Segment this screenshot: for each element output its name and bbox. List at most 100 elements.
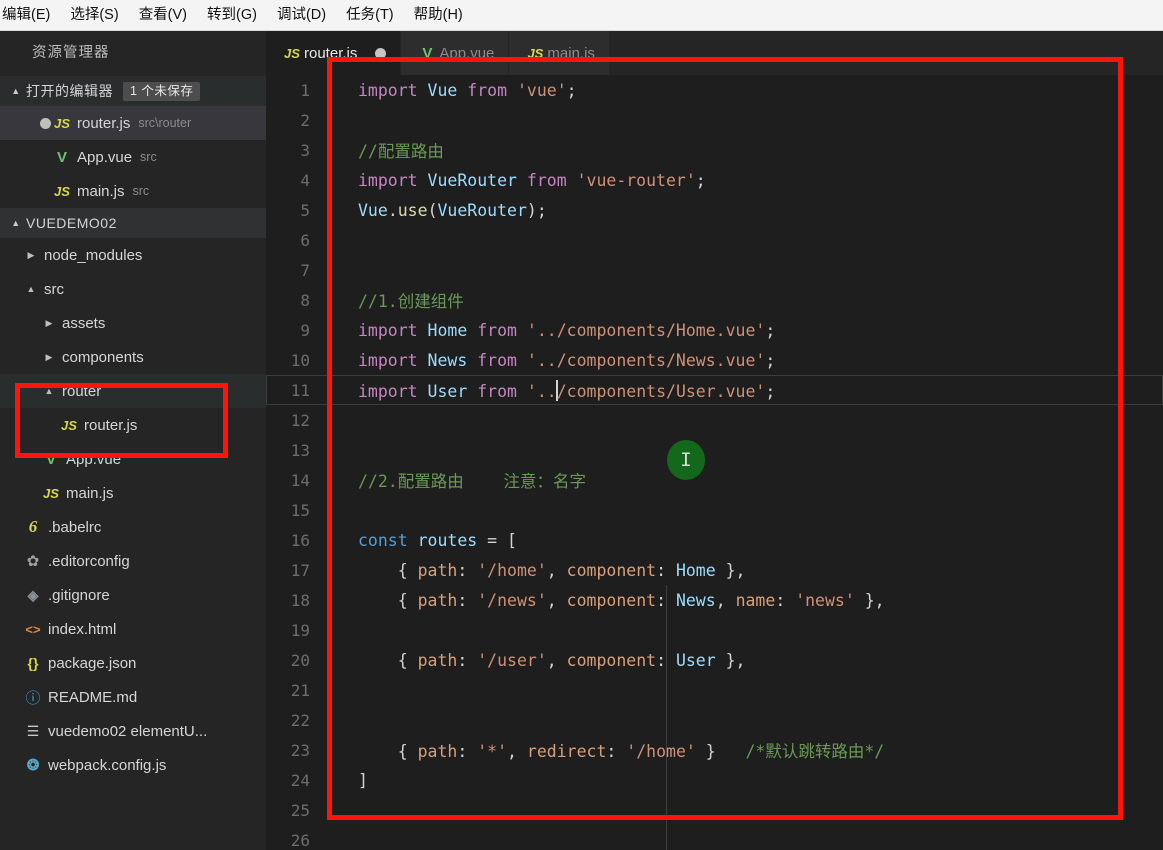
open-editor-item-main-js[interactable]: JS main.js src <box>0 174 266 208</box>
chevron-right-icon: ▶ <box>45 317 53 328</box>
tree-item-app-vue[interactable]: V App.vue <box>0 442 266 476</box>
tab-label: router.js <box>304 44 358 62</box>
js-file-icon: JS <box>54 115 70 131</box>
code-line: 8 //1.创建组件 <box>266 285 1163 315</box>
tree-item-gitignore[interactable]: ◈ .gitignore <box>0 578 266 612</box>
tree-item-babelrc[interactable]: 6 .babelrc <box>0 510 266 544</box>
code-line: 13 <box>266 435 1163 465</box>
open-editor-item-router-js[interactable]: JS router.js src\router <box>0 106 266 140</box>
code-line: 15 <box>266 495 1163 525</box>
code-line: 20 { path: '/user', component: User }, <box>266 645 1163 675</box>
tab-main-js[interactable]: JS main.js <box>509 31 610 75</box>
tree-item-index-html[interactable]: <> index.html <box>0 612 266 646</box>
line-content: import Home from '../components/Home.vue… <box>358 320 776 340</box>
tree-item-readme-md[interactable]: ⓘ README.md <box>0 680 266 714</box>
tree-item-editorconfig[interactable]: ✿ .editorconfig <box>0 544 266 578</box>
line-number: 14 <box>290 470 310 490</box>
line-number: 26 <box>290 830 310 850</box>
tree-item-vuedemo02-elementui[interactable]: ☰ vuedemo02 elementU... <box>0 714 266 748</box>
tree-item-router[interactable]: ▲ router <box>0 374 266 408</box>
open-editor-path: src <box>140 150 157 164</box>
js-file-icon: JS <box>43 485 59 501</box>
tab-app-vue[interactable]: V App.vue <box>401 31 510 75</box>
menu-item-goto[interactable]: 转到(G) <box>197 0 267 30</box>
open-editors-header[interactable]: ▲ 打开的编辑器 1 个未保存 <box>0 76 266 106</box>
line-number: 19 <box>290 620 310 640</box>
tree-item-components[interactable]: ▶ components <box>0 340 266 374</box>
line-content: //配置路由 <box>358 142 444 161</box>
tab-router-js[interactable]: JS router.js <box>266 31 402 75</box>
line-number: 16 <box>290 530 310 550</box>
tree-item-package-json[interactable]: {} package.json <box>0 646 266 680</box>
project-header[interactable]: ▲ VUEDEMO02 <box>0 208 266 238</box>
vscode-window: 编辑(E) 选择(S) 查看(V) 转到(G) 调试(D) 任务(T) 帮助(H… <box>0 0 1163 850</box>
menu-item-select[interactable]: 选择(S) <box>60 0 128 30</box>
tree-item-label: index.html <box>48 620 117 638</box>
tree-item-label: main.js <box>66 484 114 502</box>
code-line: 21 <box>266 675 1163 705</box>
code-editor[interactable]: 1 import Vue from 'vue'; 2 3 //配置路由 4 impor… <box>266 75 1163 850</box>
line-number: 8 <box>300 290 310 310</box>
unsaved-count-badge: 1 个未保存 <box>123 81 201 101</box>
git-icon: ◈ <box>27 586 39 603</box>
line-content: { path: '/news', component: News, name: … <box>358 590 885 610</box>
vue-file-icon: V <box>422 44 433 62</box>
line-number: 5 <box>300 200 310 220</box>
unsaved-dot-icon <box>40 117 51 129</box>
chevron-down-icon: ▲ <box>11 86 21 96</box>
line-content: { path: '/home', component: Home }, <box>358 560 746 580</box>
vue-file-icon: V <box>45 450 56 468</box>
menu-item-edit[interactable]: 编辑(E) <box>0 0 60 30</box>
line-number: 17 <box>290 560 310 580</box>
tree-item-label: .gitignore <box>48 586 110 604</box>
code-line: 3 //配置路由 <box>266 135 1163 165</box>
tree-item-main-js[interactable]: JS main.js <box>0 476 266 510</box>
unsaved-dot-icon[interactable] <box>375 47 387 59</box>
line-number: 15 <box>290 500 310 520</box>
json-icon: {} <box>27 655 39 671</box>
babel-icon: 6 <box>28 517 38 536</box>
code-line: 9 import Home from '../components/Home.vu… <box>266 315 1163 345</box>
line-number: 11 <box>290 380 310 400</box>
menu-item-tasks[interactable]: 任务(T) <box>336 0 404 30</box>
menu-item-debug[interactable]: 调试(D) <box>267 0 336 30</box>
line-content: { path: '*', redirect: '/home' } /*默认跳转路… <box>358 742 885 761</box>
line-number: 24 <box>290 770 310 790</box>
chevron-right-icon: ▶ <box>45 351 53 362</box>
tree-item-label: assets <box>62 314 106 332</box>
open-editor-path: src <box>132 184 150 198</box>
code-line: 26 <box>266 825 1163 850</box>
tree-item-label: src <box>44 280 64 298</box>
chevron-down-icon: ▲ <box>11 218 21 228</box>
tree-item-label: components <box>62 348 144 366</box>
tree-item-webpack-config-js[interactable]: ❂ webpack.config.js <box>0 748 266 782</box>
tree-item-label: README.md <box>48 688 138 706</box>
tab-bar-filler <box>609 31 1163 75</box>
code-line: 7 <box>266 255 1163 285</box>
menu-item-help[interactable]: 帮助(H) <box>404 0 473 30</box>
tree-item-assets[interactable]: ▶ assets <box>0 306 266 340</box>
tree-item-src[interactable]: ▲ src <box>0 272 266 306</box>
code-line: 5 Vue.use(VueRouter); <box>266 195 1163 225</box>
webpack-icon: ❂ <box>26 757 40 774</box>
open-editor-item-app-vue[interactable]: V App.vue src <box>0 140 266 174</box>
chevron-down-icon: ▲ <box>44 386 54 396</box>
tree-item-label: vuedemo02 elementU... <box>48 722 208 740</box>
line-number: 23 <box>290 740 310 760</box>
line-number: 7 <box>300 260 310 280</box>
markdown-icon: ⓘ <box>25 689 41 707</box>
editor-area: JS router.js V App.vue JS main.js 1 impor… <box>266 31 1163 850</box>
code-line: 2 <box>266 105 1163 135</box>
line-content: const routes = [ <box>358 530 517 550</box>
menu-item-view[interactable]: 查看(V) <box>129 0 197 30</box>
line-content: import User from '../components/User.vue… <box>358 379 776 401</box>
line-number: 10 <box>290 350 310 370</box>
tree-item-node_modules[interactable]: ▶ node_modules <box>0 238 266 272</box>
line-number: 9 <box>300 320 310 340</box>
line-number: 2 <box>300 110 310 130</box>
line-content: import Vue from 'vue'; <box>358 80 577 100</box>
line-number: 20 <box>290 650 310 670</box>
code-line: 23 { path: '*', redirect: '/home' } /*默认… <box>266 735 1163 765</box>
tree-item-router-js[interactable]: JS router.js <box>0 408 266 442</box>
line-number: 12 <box>290 410 310 430</box>
